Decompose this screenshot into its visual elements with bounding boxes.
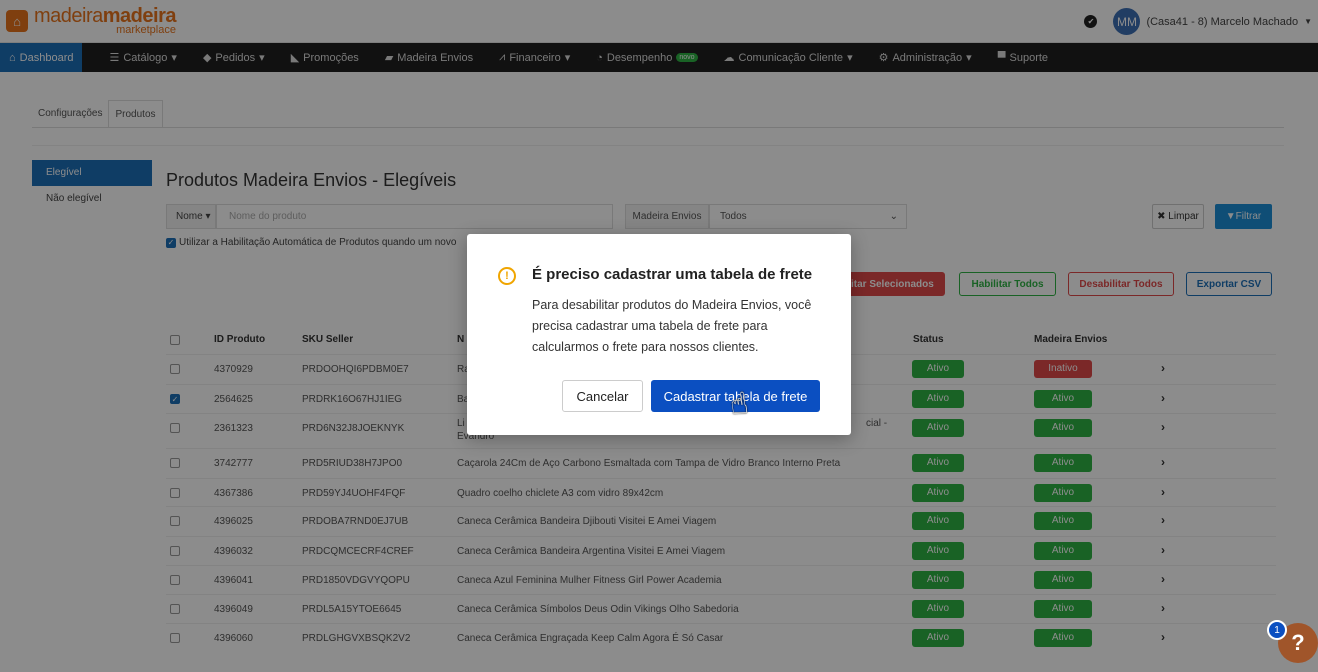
freight-table-required-dialog: ! É preciso cadastrar uma tabela de fret… bbox=[467, 234, 851, 435]
cancel-button[interactable]: Cancelar bbox=[562, 380, 643, 412]
warning-icon: ! bbox=[498, 267, 516, 285]
dialog-title: É preciso cadastrar uma tabela de frete bbox=[532, 266, 813, 283]
dialog-message: Para desabilitar produtos do Madeira Env… bbox=[532, 298, 812, 354]
notification-count-badge: 1 bbox=[1267, 620, 1287, 640]
